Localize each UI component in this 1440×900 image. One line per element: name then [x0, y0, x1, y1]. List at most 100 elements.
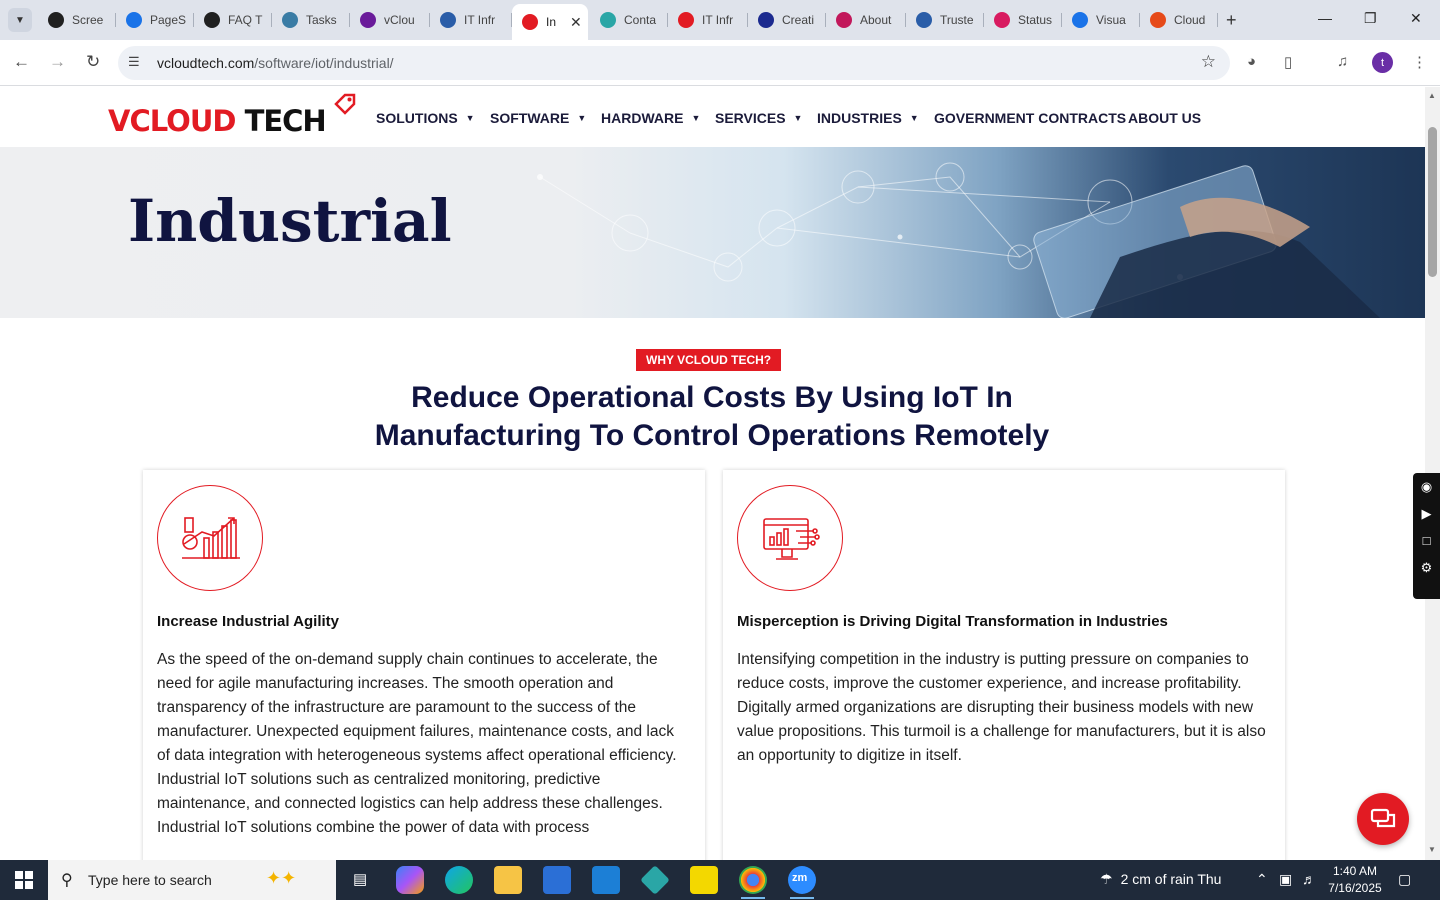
tab-label: In: [546, 15, 557, 29]
hero-banner: Industrial: [0, 147, 1425, 318]
nav-item-label: ABOUT US: [1128, 110, 1202, 126]
chevron-down-icon: ▼: [15, 14, 25, 26]
window-capture-icon[interactable]: □: [1413, 527, 1440, 554]
browser-tab[interactable]: Truste: [906, 6, 984, 34]
app-diamond-icon[interactable]: [640, 865, 670, 895]
nav-item-label: HARDWARE: [601, 110, 684, 126]
copilot-icon[interactable]: [396, 866, 424, 894]
chat-bubbles-icon: [1370, 808, 1396, 828]
nav-item-industries[interactable]: INDUSTRIES ▼: [817, 110, 919, 126]
browser-tab[interactable]: PageS: [116, 6, 194, 34]
search-highlight-icon: ✦✦: [266, 868, 297, 888]
browser-tab[interactable]: Status: [984, 6, 1062, 34]
site-info-icon[interactable]: ☰: [128, 54, 146, 72]
icon-circle: [737, 485, 843, 591]
section-heading: Reduce Operational Costs By Using IoT In…: [374, 381, 1050, 452]
browser-tab[interactable]: vClou: [350, 6, 430, 34]
tab-label: Truste: [940, 13, 974, 27]
live-chat-button[interactable]: [1357, 793, 1409, 845]
back-button[interactable]: ←: [13, 52, 30, 72]
caret-down-icon: ▼: [465, 113, 475, 123]
browser-menu-icon[interactable]: ⋮: [1412, 53, 1427, 71]
taskbar-search-box[interactable]: ⚲ Type here to search ✦✦: [48, 860, 336, 900]
tab-favicon-icon: [1150, 12, 1166, 28]
store-icon[interactable]: [543, 866, 571, 894]
nav-item-services[interactable]: SERVICES ▼: [715, 110, 802, 126]
scrollbar-thumb[interactable]: [1428, 127, 1437, 277]
zoom-icon[interactable]: zm: [788, 866, 816, 899]
tab-favicon-icon: [522, 14, 538, 30]
edge-icon[interactable]: [445, 866, 473, 894]
caret-down-icon: ▼: [909, 113, 919, 123]
start-button[interactable]: [0, 860, 48, 900]
address-bar[interactable]: ☰ vcloudtech.com/software/iot/industrial…: [118, 46, 1230, 80]
tab-search-button[interactable]: ▼: [8, 8, 32, 32]
feature-card-digital: Misperception is Driving Digital Transfo…: [723, 470, 1285, 860]
web-page: VCLOUD TECH SOLUTIONS ▼ SOFTWARE ▼ HARDWARE ▼…: [0, 87, 1425, 860]
network-icon[interactable]: ▣: [1279, 871, 1292, 888]
nav-item-solutions[interactable]: SOLUTIONS ▼: [376, 110, 475, 126]
scroll-up-arrow-icon[interactable]: ▲: [1428, 91, 1436, 100]
tab-favicon-icon: [836, 12, 852, 28]
mail-icon[interactable]: [592, 866, 620, 894]
notifications-icon[interactable]: ▢: [1398, 871, 1411, 888]
browser-tab[interactable]: Visua: [1062, 6, 1140, 34]
browser-tab[interactable]: Conta: [590, 6, 668, 34]
tab-favicon-icon: [758, 12, 774, 28]
volume-icon[interactable]: ♬: [1302, 871, 1316, 887]
browser-tab[interactable]: Creati: [748, 6, 826, 34]
browser-tab[interactable]: Cloud: [1140, 6, 1218, 34]
show-hidden-icons-icon[interactable]: ⌃: [1256, 871, 1268, 888]
tab-label: Conta: [624, 13, 657, 27]
translate-icon[interactable]: ◕: [1247, 53, 1256, 70]
windows-taskbar: ⚲ Type here to search ✦✦ ▤ zm ☂ 2 cm of r…: [0, 860, 1440, 900]
close-tab-icon[interactable]: ✕: [570, 14, 582, 31]
umbrella-icon: ☂: [1100, 871, 1113, 887]
camera-icon[interactable]: ◉: [1413, 473, 1440, 500]
profile-avatar[interactable]: t: [1372, 52, 1393, 73]
browser-tab[interactable]: IT Infr: [668, 6, 748, 34]
system-clock[interactable]: 1:40 AM 7/16/2025: [1322, 863, 1388, 897]
browser-tab[interactable]: About: [826, 6, 906, 34]
task-view-icon[interactable]: ▤: [347, 866, 375, 894]
reload-button[interactable]: ↻: [86, 52, 100, 72]
video-camera-icon[interactable]: ▶: [1413, 500, 1440, 527]
new-tab-button[interactable]: +: [1226, 10, 1237, 31]
nav-item-government-contracts[interactable]: GOVERNMENT CONTRACTS: [934, 110, 1126, 126]
icon-circle: [157, 485, 263, 591]
browser-tab[interactable]: In ✕: [512, 4, 588, 40]
tab-label: Visua: [1096, 13, 1126, 27]
restore-button[interactable]: ❐: [1364, 10, 1377, 27]
browser-tab[interactable]: Tasks: [272, 6, 350, 34]
settings-gear-icon[interactable]: ⚙: [1413, 554, 1440, 581]
browser-toolbar: ← → ↻ ☰ vcloudtech.com/software/iot/indu…: [0, 40, 1440, 86]
browser-tab[interactable]: IT Infr: [430, 6, 512, 34]
why-badge: WHY VCLOUD TECH?: [636, 349, 782, 371]
card-title: Increase Industrial Agility: [157, 613, 339, 630]
file-explorer-icon[interactable]: [494, 866, 522, 894]
close-window-button[interactable]: ✕: [1410, 10, 1422, 27]
tab-favicon-icon: [916, 12, 932, 28]
browser-tab[interactable]: Scree: [38, 6, 116, 34]
tab-favicon-icon: [678, 12, 694, 28]
weather-widget[interactable]: ☂ 2 cm of rain Thu: [1100, 871, 1221, 888]
extensions-icon[interactable]: ▯: [1284, 53, 1292, 71]
nav-item-about-us[interactable]: ABOUT US: [1128, 110, 1201, 126]
bookmark-star-icon[interactable]: ☆: [1201, 52, 1216, 72]
vcloud-tech-logo[interactable]: VCLOUD TECH: [108, 91, 358, 141]
tab-favicon-icon: [360, 12, 376, 28]
tab-label: Cloud: [1174, 13, 1206, 27]
browser-tab[interactable]: FAQ T: [194, 6, 272, 34]
forward-button[interactable]: →: [49, 52, 66, 72]
chrome-icon[interactable]: [739, 866, 767, 899]
scroll-down-arrow-icon[interactable]: ▼: [1428, 845, 1436, 854]
minimize-button[interactable]: —: [1318, 10, 1332, 26]
card-text: Intensifying competition in the industry…: [737, 651, 1266, 764]
tab-label: Creati: [782, 13, 815, 27]
media-controls-icon[interactable]: ♫: [1337, 53, 1348, 70]
sticky-notes-icon[interactable]: [690, 866, 718, 894]
nav-item-software[interactable]: SOFTWARE ▼: [490, 110, 586, 126]
url-text[interactable]: vcloudtech.com/software/iot/industrial/: [157, 55, 394, 71]
nav-item-hardware[interactable]: HARDWARE ▼: [601, 110, 700, 126]
page-title: Industrial: [128, 187, 452, 255]
